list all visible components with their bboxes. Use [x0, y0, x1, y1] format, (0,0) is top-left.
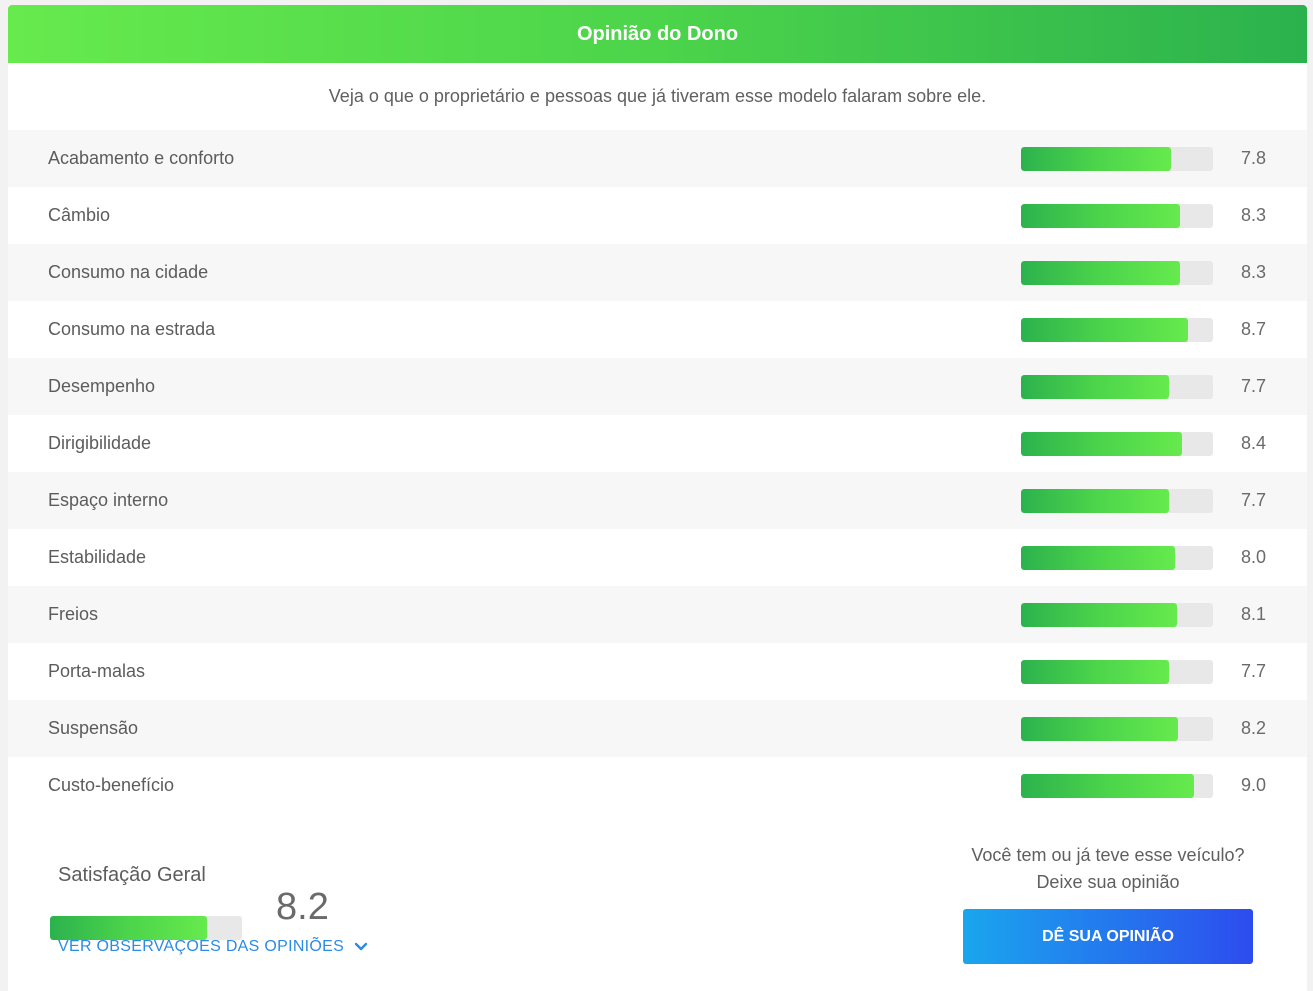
rating-bar [1021, 773, 1213, 798]
rating-value: 7.8 [1240, 148, 1266, 168]
overall-satisfaction-bar-fill [50, 916, 208, 940]
rating-bar-fill [1021, 203, 1181, 228]
rating-label: Estabilidade [48, 547, 147, 567]
view-observations-label: VER OBSERVAÇÕES DAS OPINIÕES [58, 938, 345, 955]
rating-label: Freios [48, 604, 99, 624]
rating-value: 9.0 [1240, 775, 1266, 795]
overall-satisfaction-bar [50, 916, 242, 940]
rating-label: Consumo na estrada [48, 319, 216, 339]
give-opinion-button[interactable]: DÊ SUA OPINIÃO [963, 909, 1253, 964]
rating-value: 7.7 [1240, 376, 1266, 396]
rating-label: Câmbio [48, 205, 111, 225]
rating-row: Desempenho 7.7 [8, 358, 1307, 415]
rating-value: 8.2 [1240, 718, 1266, 738]
rating-value: 8.0 [1240, 547, 1266, 567]
cta-text: Você tem ou já teve esse veículo? Deixe … [948, 842, 1268, 896]
rating-bar [1021, 431, 1213, 456]
rating-bar-fill [1021, 659, 1169, 684]
rating-value: 8.3 [1240, 262, 1266, 282]
rating-row: Consumo na cidade 8.3 [8, 244, 1307, 301]
rating-value: 8.3 [1240, 205, 1266, 225]
cta-invite: Deixe sua opinião [1036, 872, 1180, 892]
rating-bar-fill [1021, 602, 1177, 627]
rating-label: Desempenho [48, 376, 156, 396]
card-title: Opinião do Dono [576, 22, 739, 45]
rating-row: Custo-benefício 9.0 [8, 757, 1307, 814]
rating-bar [1021, 659, 1213, 684]
rating-label: Consumo na cidade [48, 262, 209, 282]
rating-bar-fill [1021, 431, 1183, 456]
overall-satisfaction-value: 8.2 [276, 886, 329, 928]
rating-value: 8.4 [1240, 433, 1266, 453]
card-subtitle: Veja o que o proprietário e pessoas que … [328, 86, 987, 106]
rating-bar [1021, 602, 1213, 627]
rating-label: Espaço interno [48, 490, 169, 510]
rating-value: 7.7 [1240, 490, 1266, 510]
rating-bar [1021, 146, 1213, 171]
rating-row: Consumo na estrada 8.7 [8, 301, 1307, 358]
rating-bar-fill [1021, 488, 1169, 513]
rating-row: Acabamento e conforto 7.8 [8, 130, 1307, 187]
chevron-down-icon [354, 942, 368, 952]
rating-row: Espaço interno 7.7 [8, 472, 1307, 529]
rating-label: Acabamento e conforto [48, 148, 235, 168]
owner-opinion-card: Opinião do Dono Veja o que o proprietári… [8, 5, 1307, 991]
ratings-list: Acabamento e conforto 7.8 Câmbio 8.3 Consumo… [8, 130, 1307, 814]
rating-bar-fill [1021, 317, 1189, 342]
cta-question: Você tem ou já teve esse veículo? [971, 845, 1245, 865]
rating-bar [1021, 317, 1213, 342]
rating-row: Dirigibilidade 8.4 [8, 415, 1307, 472]
rating-row: Freios 8.1 [8, 586, 1307, 643]
footer-section: Satisfação Geral 8.2 VER OBSERVAÇÕES DAS… [8, 814, 1307, 984]
rating-bar [1021, 488, 1213, 513]
rating-label: Suspensão [48, 718, 139, 738]
rating-bar-fill [1021, 716, 1179, 741]
rating-bar-fill [1021, 146, 1171, 171]
rating-row: Estabilidade 8.0 [8, 529, 1307, 586]
rating-value: 8.7 [1240, 319, 1266, 339]
rating-value: 8.1 [1240, 604, 1266, 624]
rating-row: Câmbio 8.3 [8, 187, 1307, 244]
rating-bar [1021, 716, 1213, 741]
view-observations-link[interactable]: VER OBSERVAÇÕES DAS OPINIÕES [58, 938, 368, 956]
rating-bar-fill [1021, 545, 1175, 570]
rating-bar-fill [1021, 773, 1194, 798]
rating-value: 7.7 [1240, 661, 1266, 681]
rating-bar [1021, 260, 1213, 285]
rating-row: Porta-malas 7.7 [8, 643, 1307, 700]
rating-label: Dirigibilidade [48, 433, 152, 453]
rating-row: Suspensão 8.2 [8, 700, 1307, 757]
rating-bar-fill [1021, 260, 1181, 285]
rating-bar [1021, 203, 1213, 228]
rating-label: Porta-malas [48, 661, 146, 681]
rating-bar [1021, 374, 1213, 399]
rating-label: Custo-benefício [48, 775, 175, 795]
card-header: Opinião do Dono [8, 5, 1307, 63]
rating-bar [1021, 545, 1213, 570]
rating-bar-fill [1021, 374, 1169, 399]
overall-satisfaction-title: Satisfação Geral [58, 864, 206, 886]
